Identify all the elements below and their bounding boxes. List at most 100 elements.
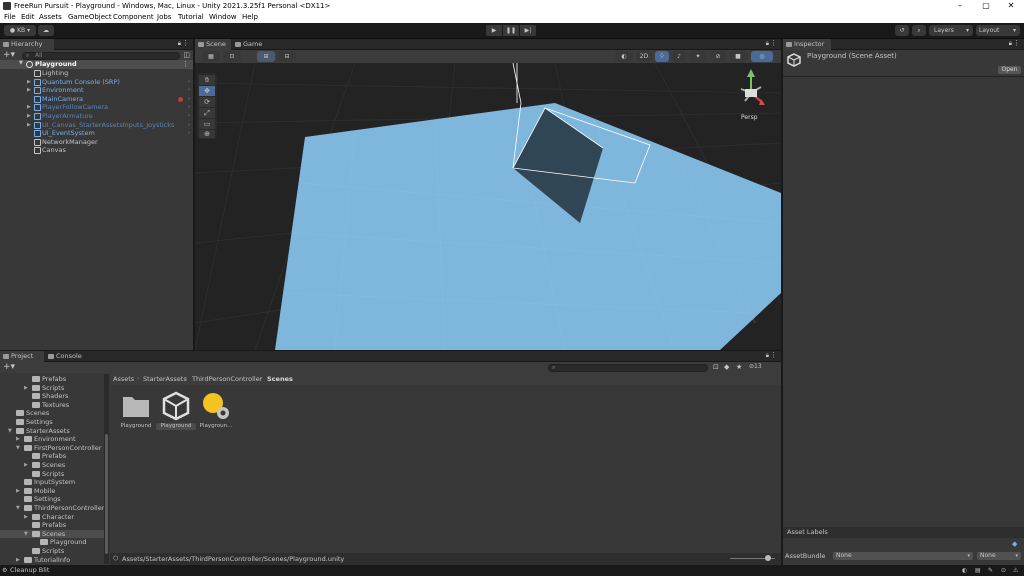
- folder-tree-item[interactable]: ▶ Mobile: [0, 487, 104, 496]
- menu-window[interactable]: Window: [209, 12, 237, 23]
- hand-tool-button[interactable]: ✋︎: [199, 75, 215, 85]
- account-dropdown[interactable]: ● KB ▾: [4, 25, 36, 36]
- expand-arrow-icon[interactable]: ▶: [24, 384, 28, 393]
- folder-tree-item[interactable]: ▶ Scenes: [0, 461, 104, 470]
- tab-game[interactable]: Game: [232, 39, 268, 50]
- breadcrumb-scenes[interactable]: Scenes: [267, 373, 293, 385]
- lighting-toggle[interactable]: 💡︎: [655, 51, 669, 62]
- folder-tree-item[interactable]: Settings: [0, 418, 104, 427]
- folder-tree-item[interactable]: Scripts: [0, 470, 104, 479]
- more-menu-icon[interactable]: ⋮: [770, 39, 777, 47]
- hierarchy-item[interactable]: ▶ Environment ›: [0, 86, 193, 95]
- prefab-open-icon[interactable]: ›: [188, 78, 190, 87]
- hierarchy-item[interactable]: ▶ Quantum Console (SRP) ›: [0, 78, 193, 87]
- hierarchy-item[interactable]: MainCamera ›: [0, 95, 193, 104]
- expand-arrow-icon[interactable]: ▶: [16, 435, 20, 444]
- prefab-open-icon[interactable]: ›: [188, 95, 190, 104]
- menu-help[interactable]: Help: [242, 12, 258, 23]
- folder-tree-item[interactable]: Textures: [0, 401, 104, 410]
- folder-tree-item[interactable]: Prefabs: [0, 452, 104, 461]
- search-by-type-icon[interactable]: ⊡: [713, 363, 719, 371]
- scrollbar-thumb[interactable]: [105, 434, 108, 554]
- hierarchy-item[interactable]: Lighting: [0, 69, 193, 78]
- asset-item-scene[interactable]: Playground: [156, 391, 196, 431]
- persp-label[interactable]: Persp: [741, 114, 758, 121]
- step-button[interactable]: ▶|: [520, 25, 536, 36]
- tab-inspector[interactable]: Inspector: [783, 39, 831, 50]
- move-tool-button[interactable]: ✥: [199, 86, 215, 96]
- layout-dropdown[interactable]: Layout ▾: [976, 25, 1020, 36]
- asset-item-lighting-settings[interactable]: Playgroun...: [196, 391, 236, 431]
- menu-jobs[interactable]: Jobs: [157, 12, 171, 23]
- expand-arrow-icon[interactable]: ▶: [27, 112, 31, 121]
- prefab-open-icon[interactable]: ›: [188, 112, 190, 121]
- cloud-button[interactable]: ☁: [38, 25, 54, 36]
- expand-arrow-icon[interactable]: ▼: [24, 530, 28, 539]
- expand-arrow-icon[interactable]: ▼: [16, 504, 20, 513]
- more-menu-icon[interactable]: ⋮: [770, 351, 777, 359]
- tab-console[interactable]: Console: [45, 351, 89, 362]
- search-by-label-icon[interactable]: ◆: [724, 363, 729, 371]
- hierarchy-item[interactable]: Canvas: [0, 146, 193, 155]
- camera-settings-dropdown[interactable]: ■: [729, 51, 747, 62]
- icon-size-slider[interactable]: [730, 555, 775, 561]
- more-menu-icon[interactable]: ⋮: [182, 39, 189, 47]
- folder-tree-item[interactable]: Settings: [0, 495, 104, 504]
- project-search-input[interactable]: ⌕: [548, 364, 708, 372]
- breadcrumb-assets[interactable]: Assets: [113, 373, 134, 385]
- folder-tree-item[interactable]: Prefabs: [0, 375, 104, 384]
- folder-tree-item[interactable]: InputSystem: [0, 478, 104, 487]
- folder-tree-item[interactable]: Prefabs: [0, 521, 104, 530]
- hidden-objects-toggle[interactable]: ⊘: [710, 51, 726, 62]
- scene-viewport[interactable]: [195, 63, 781, 350]
- folder-tree-item[interactable]: ▶ Environment: [0, 435, 104, 444]
- menu-assets[interactable]: Assets: [39, 12, 62, 23]
- search-button[interactable]: ⌕: [912, 25, 926, 36]
- menu-file[interactable]: File: [4, 12, 16, 23]
- hierarchy-item[interactable]: ▶ PlayerArmature ›: [0, 112, 193, 121]
- asset-bundle-dropdown[interactable]: None ▾: [833, 552, 973, 560]
- scale-tool-button[interactable]: ⤢: [199, 108, 215, 118]
- lock-icon[interactable]: 🔒︎: [178, 40, 181, 48]
- effects-dropdown[interactable]: ✦: [689, 51, 707, 62]
- asset-variant-dropdown[interactable]: None ▾: [977, 552, 1021, 560]
- expand-arrow-icon[interactable]: ▶: [16, 487, 20, 496]
- transform-tool-button[interactable]: ⊕: [199, 130, 215, 138]
- open-button[interactable]: Open: [998, 66, 1021, 74]
- more-menu-icon[interactable]: ⋮: [1013, 39, 1020, 47]
- rotate-tool-button[interactable]: ⟳: [199, 97, 215, 107]
- play-button[interactable]: ▶: [486, 25, 502, 36]
- hierarchy-item[interactable]: UI_EventSystem ›: [0, 129, 193, 138]
- expand-arrow-icon[interactable]: ▶: [16, 556, 20, 565]
- folder-tree-item[interactable]: ▼ StarterAssets: [0, 427, 104, 436]
- breadcrumb-starterassets[interactable]: StarterAssets: [143, 373, 187, 385]
- gizmos-dropdown[interactable]: ◎: [751, 51, 773, 62]
- folder-tree-item[interactable]: Shaders: [0, 392, 104, 401]
- hierarchy-search-input[interactable]: ⌕ All: [22, 52, 180, 60]
- expand-arrow-icon[interactable]: ▼: [16, 444, 20, 453]
- scene-visibility-icon[interactable]: ◫: [183, 51, 190, 59]
- expand-arrow-icon[interactable]: ▶: [27, 86, 31, 95]
- folder-tree-item[interactable]: Scripts: [0, 547, 104, 556]
- asset-item-folder[interactable]: Playground: [116, 391, 156, 431]
- menu-component[interactable]: Component: [113, 12, 154, 23]
- layers-dropdown[interactable]: Layers ▾: [929, 25, 973, 36]
- prefab-open-icon[interactable]: ›: [188, 129, 190, 138]
- hierarchy-item[interactable]: ▶ UI_Canvas_StarterAssetsInputs_Joysticks…: [0, 121, 193, 130]
- prefab-open-icon[interactable]: ›: [188, 121, 190, 130]
- lock-icon[interactable]: 🔒︎: [766, 352, 769, 360]
- expand-arrow-icon[interactable]: ▶: [24, 513, 28, 522]
- tab-hierarchy[interactable]: Hierarchy: [0, 39, 54, 50]
- menu-tutorial[interactable]: Tutorial: [178, 12, 204, 23]
- tool-handle-dropdown[interactable]: ▦: [202, 51, 220, 62]
- tab-project[interactable]: Project: [0, 351, 44, 362]
- pivot-dropdown[interactable]: ⊡: [223, 51, 241, 62]
- close-button[interactable]: ✕: [999, 0, 1023, 12]
- folder-tree-item[interactable]: Playground: [0, 538, 104, 547]
- folder-tree-item[interactable]: ▶ Scripts: [0, 384, 104, 393]
- folder-tree-item[interactable]: ▶ Character: [0, 513, 104, 522]
- folder-tree-item[interactable]: ▼ Scenes: [0, 529, 104, 539]
- grid-snap-dropdown[interactable]: ⊞: [257, 51, 275, 62]
- audio-toggle[interactable]: ♪: [672, 51, 686, 62]
- folder-tree-item[interactable]: ▼ FirstPersonController: [0, 444, 104, 453]
